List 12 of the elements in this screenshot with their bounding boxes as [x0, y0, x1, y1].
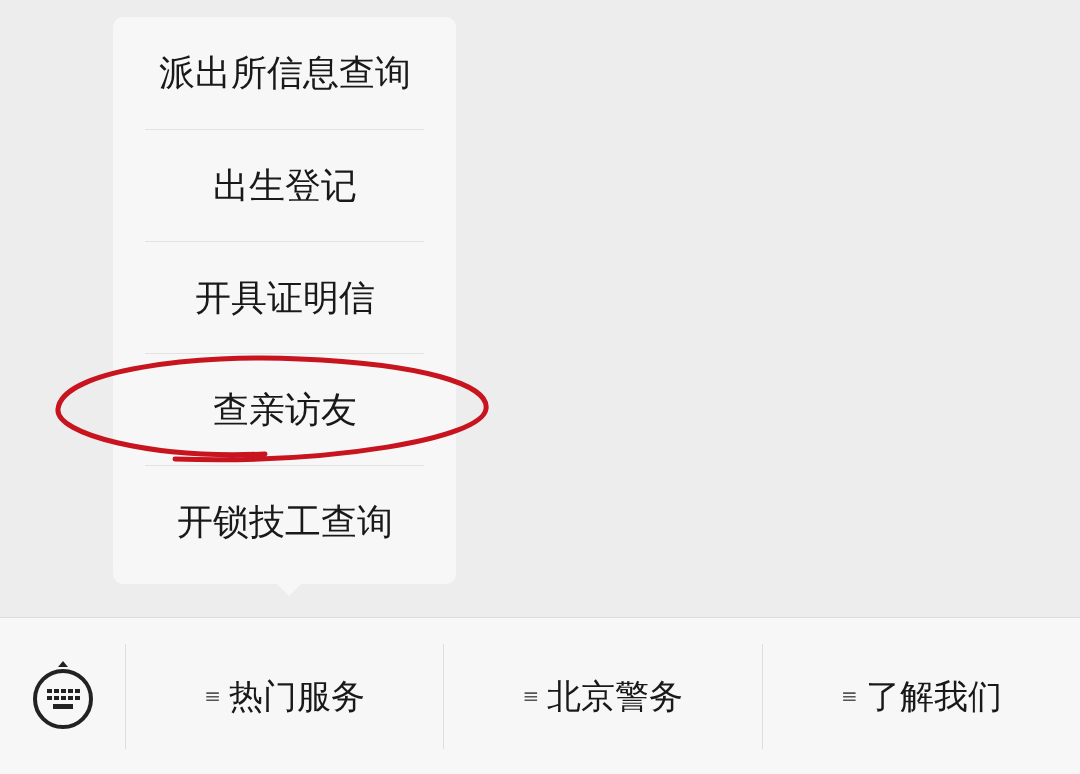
menu-item[interactable]: 出生登记	[212, 158, 357, 213]
menu-list-icon: ≡	[840, 681, 858, 711]
menu-list-icon: ≡	[522, 681, 540, 711]
keyboard-icon[interactable]	[30, 661, 95, 731]
menu-tab[interactable]: 了解我们	[865, 670, 1002, 722]
menu-item[interactable]: 查亲访友	[212, 382, 357, 437]
menu-item[interactable]: 派出所信息查询	[158, 46, 411, 100]
menu-item[interactable]: 开锁技工查询	[176, 494, 393, 549]
menu-tab[interactable]: 北京警务	[547, 670, 684, 722]
menu-tab[interactable]: 热门服务	[229, 670, 366, 722]
menu-list-icon: ≡	[204, 681, 222, 711]
menu-item[interactable]: 开具证明信	[194, 270, 375, 325]
